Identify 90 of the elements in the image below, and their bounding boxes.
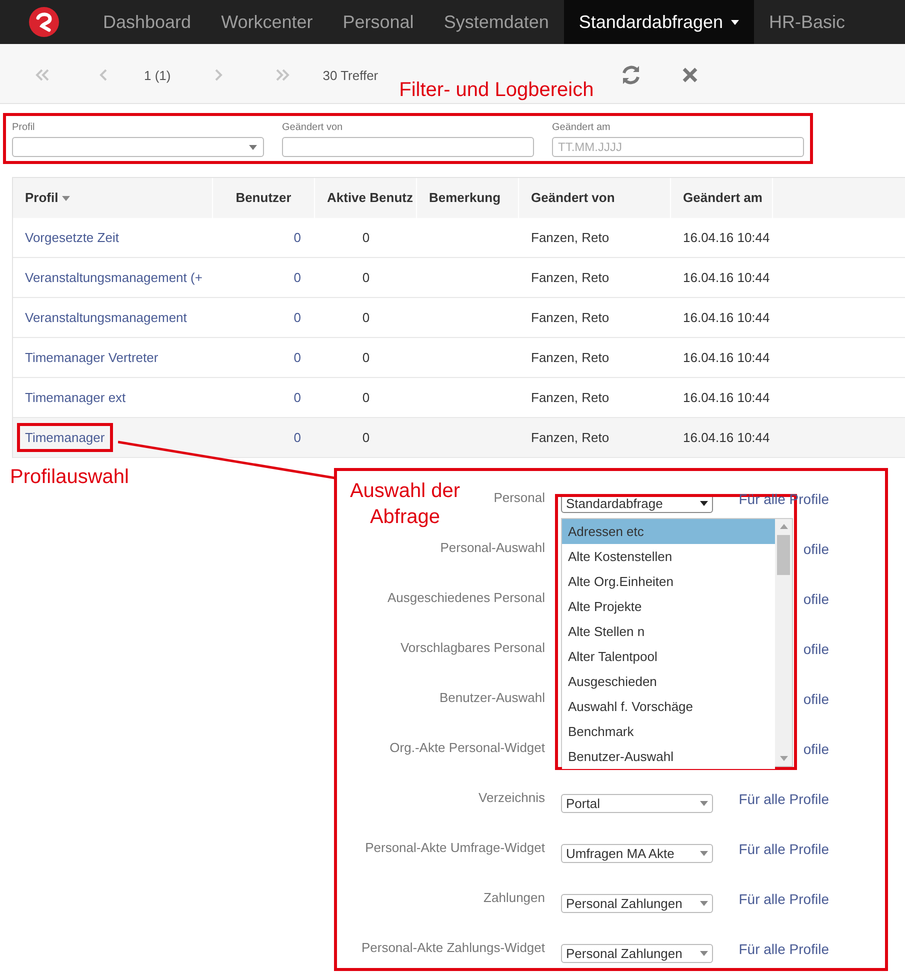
close-icon[interactable] <box>682 67 698 83</box>
caret-icon <box>731 20 739 24</box>
nav-tab[interactable]: HR-Basic <box>754 0 860 44</box>
table-cell-text: Fanzen, Reto <box>531 268 610 287</box>
profile-link[interactable]: Vorgesetzte Zeit <box>25 228 119 248</box>
field-label: Personal-Auswahl <box>440 540 545 555</box>
nav-tab[interactable]: Dashboard <box>88 0 206 44</box>
query-select[interactable]: Personal Zahlungen <box>561 944 713 963</box>
table-cell-text: Fanzen, Reto <box>531 388 610 407</box>
scroll-up-icon[interactable] <box>780 524 788 529</box>
table-cell-text: 16.04.16 10:44 <box>683 308 770 327</box>
profile-select[interactable] <box>12 137 264 157</box>
table-cell-text: 0 <box>294 348 301 367</box>
query-select[interactable]: Portal <box>561 794 713 813</box>
refresh-icon[interactable] <box>620 64 642 86</box>
caret-icon <box>700 501 708 506</box>
table-cell-text: 0 <box>362 268 370 287</box>
nav-tab[interactable]: Workcenter <box>206 0 328 44</box>
nav-tab[interactable]: Personal <box>328 0 429 44</box>
table-cell-text: 16.04.16 10:44 <box>683 228 770 247</box>
table-cell-text: 16.04.16 10:44 <box>683 428 770 447</box>
field-label: Geändert am <box>552 121 612 135</box>
profile-link[interactable]: Veranstaltungsmanagement (+ <box>25 268 202 288</box>
field-label: Zahlungen <box>484 890 545 905</box>
page-indicator: 1 (1) <box>144 67 171 85</box>
apply-all-link[interactable]: Für alle Profile <box>738 891 829 907</box>
field-label: Benutzer-Auswahl <box>440 690 545 705</box>
next-page-icon[interactable] <box>214 69 223 81</box>
table-cell-text: 0 <box>362 428 370 447</box>
query-select[interactable]: Umfragen MA Akte <box>561 844 713 863</box>
hit-count: 30 Treffer <box>322 67 378 85</box>
input-field[interactable]: TT.MM.JJJJ <box>552 137 804 157</box>
profile-link[interactable]: Timemanager Vertreter <box>25 348 158 368</box>
previous-page-icon[interactable] <box>99 69 107 81</box>
apply-all-link[interactable]: ofile <box>803 691 829 707</box>
apply-all-link[interactable]: ofile <box>803 741 829 757</box>
table-cell-text: 0 <box>294 308 301 327</box>
table-cell-text: Fanzen, Reto <box>531 308 610 327</box>
profile-link[interactable]: Timemanager <box>17 422 113 452</box>
sort-icon <box>62 196 70 200</box>
field-label: Vorschlagbares Personal <box>400 640 545 655</box>
nav-tab[interactable]: Systemdaten <box>428 0 564 44</box>
caret-icon <box>700 901 708 906</box>
scrollbar[interactable] <box>775 519 792 766</box>
caret-icon <box>700 801 708 806</box>
apply-all-link[interactable]: Für alle Profile <box>738 841 829 857</box>
table-cell-text: 0 <box>362 348 370 367</box>
first-page-icon[interactable] <box>35 69 49 81</box>
table-cell-text: Fanzen, Reto <box>531 428 610 447</box>
table-cell-text: 0 <box>294 388 301 407</box>
apply-all-link[interactable]: Für alle Profile <box>738 941 829 957</box>
table-cell-text: Fanzen, Reto <box>531 228 610 247</box>
table-cell-text: 16.04.16 10:44 <box>683 268 770 287</box>
table-cell-text: 0 <box>294 428 301 447</box>
field-label: Personal-Akte Umfrage-Widget <box>365 840 545 855</box>
table-cell-text: 0 <box>294 228 301 247</box>
field-label: Personal <box>494 490 545 505</box>
field-label: Ausgeschiedenes Personal <box>387 590 545 605</box>
logo-icon[interactable] <box>29 7 59 37</box>
apply-all-link[interactable]: Für alle Profile <box>738 791 829 807</box>
field-label: Personal-Akte Zahlungs-Widget <box>361 940 545 955</box>
table-cell-text: 0 <box>362 308 370 327</box>
caret-icon <box>700 851 708 856</box>
apply-all-link[interactable]: ofile <box>803 641 829 657</box>
scroll-down-icon[interactable] <box>780 756 788 761</box>
field-label: Geändert von <box>282 121 344 135</box>
caret-icon <box>700 951 708 956</box>
annotation-label: Profilauswahl <box>10 466 129 488</box>
annotation-label: Filter- und Logbereich <box>399 78 594 103</box>
table-cell-text: 0 <box>362 228 370 247</box>
query-select[interactable]: Personal Zahlungen <box>561 894 713 913</box>
table-cell-text: 16.04.16 10:44 <box>683 388 770 407</box>
input-field[interactable] <box>282 137 534 157</box>
table-cell-text: Fanzen, Reto <box>531 348 610 367</box>
nav-tab[interactable]: Standardabfragen <box>564 0 754 44</box>
dropdown-option[interactable]: Adressen etc <box>562 519 775 544</box>
profile-link[interactable]: Timemanager ext <box>25 388 126 408</box>
table-cell-text: 0 <box>294 268 301 287</box>
apply-all-link[interactable]: ofile <box>803 591 829 607</box>
profile-link[interactable]: Veranstaltungsmanagement <box>25 308 187 328</box>
field-label: Profil <box>12 121 36 135</box>
apply-all-link[interactable]: ofile <box>803 541 829 557</box>
caret-icon <box>249 144 257 150</box>
last-page-icon[interactable] <box>276 69 290 81</box>
scrollbar-thumb[interactable] <box>777 535 790 575</box>
annotation-label: Auswahl der Abfrage <box>348 479 462 530</box>
field-label: Org.-Akte Personal-Widget <box>390 740 545 755</box>
table-cell-text: 0 <box>362 388 370 407</box>
field-label: Verzeichnis <box>478 790 545 805</box>
table-cell-text: 16.04.16 10:44 <box>683 348 770 367</box>
